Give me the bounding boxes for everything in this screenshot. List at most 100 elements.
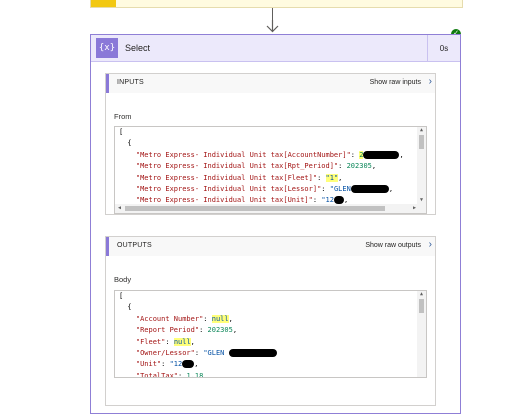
scroll-thumb[interactable] — [125, 206, 385, 211]
outputs-vertical-scrollbar[interactable]: ▲ — [417, 291, 426, 377]
arrow-down-icon — [266, 20, 279, 33]
code-token: 202305 — [346, 162, 372, 171]
code-token: : — [203, 314, 212, 323]
code-token: : — [321, 185, 330, 194]
code-token: "12 — [169, 360, 183, 369]
code-token: , — [232, 326, 238, 335]
inputs-code-text: [ { "Metro Express- Individual Unit tax[… — [119, 127, 404, 213]
inputs-title: INPUTS — [117, 79, 144, 86]
code-token: , — [371, 162, 377, 171]
inputs-code-line: { — [119, 138, 404, 149]
outputs-code-viewer[interactable]: [ { "Account Number": null, "Report Peri… — [114, 290, 427, 378]
code-token: null — [211, 314, 229, 323]
code-token: "Fleet" — [135, 337, 166, 346]
code-token: : — [317, 173, 326, 182]
inputs-code-viewer[interactable]: [ { "Metro Express- Individual Unit tax[… — [114, 126, 427, 214]
redaction-mark — [363, 150, 400, 159]
body-label: Body — [114, 275, 132, 284]
outputs-code-line: "TotalTax": 1.18 — [119, 371, 277, 378]
inputs-code-line: "Metro Express- Individual Unit tax[Flee… — [119, 173, 404, 184]
code-token: , — [194, 360, 199, 369]
card-title: Select — [125, 43, 151, 53]
code-token: , — [190, 337, 195, 346]
code-token: : — [338, 162, 347, 171]
inputs-code-line: [ — [119, 127, 404, 138]
data-operation-icon: {x} — [96, 38, 118, 58]
scroll-down-icon[interactable]: ▼ — [418, 197, 425, 204]
code-token: [ — [119, 292, 128, 300]
code-token: "GLEN — [203, 349, 229, 358]
outputs-code-line: { — [119, 302, 277, 313]
code-token: "Metro Express- Individual Unit tax[Flee… — [135, 173, 318, 182]
chevron-right-icon[interactable]: › — [429, 76, 432, 87]
chevron-right-icon[interactable]: › — [429, 239, 432, 250]
show-raw-inputs-link[interactable]: Show raw inputs — [370, 79, 421, 86]
code-token: [ — [119, 128, 128, 136]
outputs-header: OUTPUTS Show raw outputs › — [106, 237, 435, 256]
scroll-up-icon[interactable]: ▲ — [418, 127, 425, 134]
code-token: , — [388, 185, 394, 194]
outputs-code-line: "Fleet": null, — [119, 337, 277, 348]
outputs-code-line: [ — [119, 291, 277, 302]
redaction-mark — [350, 185, 389, 194]
previous-action-card[interactable] — [90, 0, 463, 8]
outputs-title: OUTPUTS — [117, 242, 152, 249]
code-token: null — [173, 337, 191, 346]
code-token: "Metro Express- Individual Unit tax[Acco… — [135, 150, 351, 159]
show-raw-outputs-link[interactable]: Show raw outputs — [365, 242, 421, 249]
inputs-horizontal-scrollbar[interactable]: ◀ ▶ — [115, 204, 419, 213]
excel-table-icon — [91, 0, 116, 7]
card-header[interactable]: {x} Select 0s — [91, 35, 460, 62]
code-token: "GLEN — [329, 185, 351, 194]
code-token: 202305 — [207, 326, 233, 335]
inputs-code-line: "Metro Express- Individual Unit tax[Less… — [119, 184, 404, 195]
code-token: 1.18 — [186, 371, 204, 378]
code-token: "Account Number" — [135, 314, 204, 323]
duration-label: 0s — [427, 35, 460, 61]
inputs-code-line: "Metro Express- Individual Unit tax[Acco… — [119, 150, 404, 161]
from-label: From — [114, 112, 132, 121]
code-token: "TotalTax" — [135, 371, 179, 378]
scroll-thumb[interactable] — [419, 299, 424, 313]
select-action-card: {x} Select 0s INPUTS Show raw inputs › F… — [90, 34, 461, 414]
scroll-left-icon[interactable]: ◀ — [116, 205, 123, 212]
code-token: , — [399, 150, 404, 159]
inputs-section: INPUTS Show raw inputs › From [ { "Metro… — [105, 73, 436, 215]
code-token: "Metro Express- Individual Unit tax[Less… — [135, 185, 322, 194]
code-token: , — [228, 314, 233, 323]
outputs-section: OUTPUTS Show raw outputs › Body [ { "Acc… — [105, 236, 436, 406]
code-token: "1" — [325, 173, 339, 182]
outputs-code-text: [ { "Account Number": null, "Report Peri… — [119, 291, 277, 378]
code-token: : — [165, 337, 174, 346]
outputs-code-line: "Unit": "12, — [119, 359, 277, 370]
scroll-up-icon[interactable]: ▲ — [418, 291, 425, 298]
scroll-thumb[interactable] — [419, 135, 424, 149]
code-token: , — [338, 173, 343, 182]
inputs-vertical-scrollbar[interactable]: ▲ ▼ — [417, 127, 426, 213]
outputs-code-line: "Account Number": null, — [119, 314, 277, 325]
code-token: : — [199, 326, 208, 335]
inputs-header: INPUTS Show raw inputs › — [106, 74, 435, 93]
code-token: "Owner/Lessor" — [135, 349, 195, 358]
code-token: : — [350, 150, 360, 159]
outputs-code-line: "Report Period": 202305, — [119, 325, 277, 336]
outputs-code-line: "Owner/Lessor": "GLEN — [119, 348, 277, 359]
scroll-right-icon[interactable]: ▶ — [411, 205, 418, 212]
redaction-mark — [228, 349, 277, 358]
code-token: "Unit" — [135, 360, 162, 369]
redaction-mark — [182, 360, 195, 369]
code-token: : — [161, 360, 170, 369]
code-token: "Metro Express- Individual Unit tax[Rpt_… — [135, 162, 339, 171]
code-token: { — [119, 139, 132, 148]
code-token: { — [119, 303, 132, 312]
inputs-code-line: "Metro Express- Individual Unit tax[Rpt_… — [119, 161, 404, 172]
